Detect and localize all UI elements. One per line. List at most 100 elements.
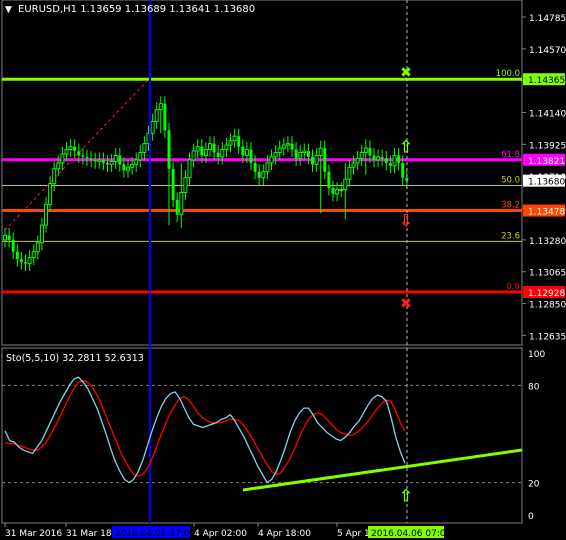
time-label: 4 Apr 02:00	[194, 529, 247, 539]
fib-level-label: 0.0	[506, 282, 520, 292]
candle	[208, 136, 212, 157]
candle	[388, 155, 392, 174]
candle	[3, 228, 7, 248]
candle	[302, 143, 307, 160]
candle	[290, 136, 294, 157]
candle	[183, 170, 188, 200]
candle	[269, 149, 274, 171]
candle	[285, 136, 290, 153]
candle	[97, 152, 102, 169]
stoch-trendline[interactable]	[242, 448, 523, 492]
dropdown-icon[interactable]: ▼	[5, 5, 12, 15]
candle	[294, 142, 298, 166]
time-highlight-badge: 2016.04.01 17:00	[112, 526, 196, 539]
candle	[195, 139, 200, 159]
svg-text:1.13478: 1.13478	[528, 208, 565, 218]
candle	[52, 161, 57, 192]
candle	[15, 244, 19, 267]
candle	[126, 159, 130, 178]
symbol-header: EURUSD,H1 1.13659 1.13689 1.13641 1.1368…	[18, 4, 255, 15]
candle	[175, 192, 179, 223]
chart-window[interactable]: 100.061.850.038.223.60.0 10080200 ⇧ ✖⇧⇩✖…	[0, 0, 566, 540]
stoch-level-label: 0	[528, 512, 534, 522]
candle	[359, 145, 364, 166]
candle	[380, 149, 384, 166]
svg-text:1.13821: 1.13821	[528, 157, 565, 167]
candle	[142, 136, 147, 160]
stoch-level-label: 100	[528, 350, 545, 360]
indicator-title: Sto(5,5,10) 32.2811 52.6313	[6, 353, 144, 364]
fib-level-label: 100.0	[496, 69, 520, 79]
stochastic-oscillator: ⇧	[4, 376, 413, 507]
fibonacci-retracement[interactable]: 100.0 61.8 50.0 38.2 23.6 0.0	[2, 69, 522, 294]
candle	[191, 143, 196, 168]
time-label: 4 Apr 18:00	[258, 529, 311, 539]
svg-text:1.14365: 1.14365	[528, 76, 565, 86]
candle	[171, 161, 175, 208]
candle	[113, 148, 118, 169]
candle	[60, 146, 65, 171]
time-label: 31 Mar 2016	[5, 529, 62, 539]
fib-level-label: 61.8	[501, 150, 520, 160]
candle	[101, 152, 105, 171]
price-badge: 1.12928	[523, 285, 565, 299]
candle	[327, 164, 331, 196]
price-badge: 1.13478	[523, 204, 565, 218]
candle	[39, 217, 44, 251]
candle	[224, 137, 229, 157]
fib-level-label: 50.0	[501, 176, 520, 186]
candle	[7, 228, 11, 248]
price-badge: 1.14365	[523, 73, 565, 86]
candle	[335, 182, 340, 202]
price-tick-label: 1.13925	[529, 141, 566, 151]
price-tick-label: 1.14140	[529, 110, 566, 120]
candle	[261, 164, 266, 186]
candle	[154, 102, 159, 129]
svg-text:1.13680: 1.13680	[528, 178, 565, 188]
candle	[11, 232, 15, 260]
candle	[237, 128, 241, 154]
candle	[372, 148, 376, 168]
stoch-main-line	[4, 376, 406, 484]
stoch-level-label: 20	[528, 480, 540, 490]
price-tick-label: 1.13065	[529, 269, 566, 279]
price-tick-label: 1.14785	[529, 14, 566, 24]
price-badge: 1.13821	[523, 153, 565, 167]
candle	[311, 149, 314, 172]
candle	[27, 250, 32, 271]
candle	[331, 180, 335, 202]
candle	[19, 251, 23, 270]
price-badge: 1.13680	[523, 174, 565, 188]
candle	[179, 162, 184, 229]
candle	[138, 145, 143, 168]
svg-text:2016.04.01 17:00: 2016.04.01 17:00	[115, 529, 196, 539]
markers: ✖ ⇧ ⇩ ✖	[399, 65, 413, 312]
candle	[106, 155, 109, 172]
candle	[68, 139, 73, 157]
candles	[3, 96, 409, 271]
fib-level-label: 38.2	[501, 201, 520, 211]
candle	[392, 148, 397, 174]
candle	[318, 140, 323, 214]
candle	[216, 145, 220, 165]
candle	[158, 96, 163, 134]
candle	[273, 145, 278, 165]
candle	[228, 133, 233, 153]
price-tick-label: 1.12635	[529, 332, 566, 342]
indicator-levels: 100 80 20 0	[2, 350, 545, 522]
price-tick-label: 1.13280	[529, 237, 566, 247]
candle	[134, 152, 139, 172]
arrow-down-icon: ⇩	[399, 212, 413, 232]
arrow-up-icon: ⇧	[399, 138, 413, 158]
candle	[89, 151, 93, 168]
stoch-level-label: 80	[528, 382, 540, 392]
candle	[277, 140, 282, 160]
candle	[163, 96, 167, 138]
candle	[81, 148, 85, 165]
cross-icon-green: ✖	[400, 65, 412, 81]
stoch-arrow-up-icon: ⇧	[399, 487, 413, 507]
fib-level-label: 23.6	[501, 231, 520, 241]
price-badges: 1.14365 1.13821 1.13680 1.13478 1.12928	[523, 73, 565, 299]
svg-text:1.12928: 1.12928	[528, 289, 565, 299]
candle	[118, 148, 122, 172]
